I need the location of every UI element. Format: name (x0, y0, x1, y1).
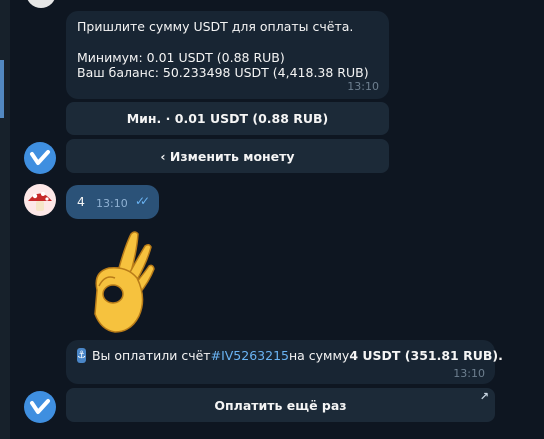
payment-message: ⚓ Вы оплатили счёт #IV5263215 на сумму 4… (66, 340, 503, 384)
external-link-icon: ↗ (479, 390, 489, 403)
bot-avatar[interactable] (24, 391, 56, 423)
message-time: 13:10 (453, 366, 485, 380)
message-line: Ваш баланс: 50.233498 USDT (4,418.38 RUB… (77, 65, 369, 80)
user-message: 4 13:10 ✓✓ (66, 185, 159, 219)
read-check-icon: ✓✓ (135, 194, 150, 208)
message-text: 4 (77, 194, 85, 209)
message-time: 13:10 (347, 79, 379, 93)
scroll-indicator (0, 60, 4, 118)
pay-again-label: Оплатить ещё раз (214, 397, 347, 413)
min-amount-button[interactable]: Мин. · 0.01 USDT (0.88 RUB) (66, 102, 389, 135)
ok-hand-sticker[interactable] (79, 228, 155, 335)
bot-avatar[interactable] (24, 142, 56, 174)
pay-again-button[interactable]: Оплатить ещё раз ↗ (66, 388, 495, 422)
message-line: Пришлите сумму USDT для оплаты счёта. (77, 19, 354, 34)
change-coin-button[interactable]: ‹ Изменить монету (66, 139, 389, 173)
mushroom-icon (28, 192, 52, 211)
bot-message: Пришлите сумму USDT для оплаты счёта. Ми… (66, 11, 389, 99)
checkmark-logo-icon (30, 399, 50, 414)
message-time: 13:10 (96, 197, 128, 210)
user-avatar[interactable] (24, 184, 56, 216)
invoice-hashtag-link[interactable]: #IV5263215 (211, 348, 289, 364)
anchor-icon: ⚓ (77, 348, 86, 364)
avatar[interactable] (26, 0, 56, 8)
payment-amount: 4 USDT (351.81 RUB). (349, 348, 503, 363)
checkmark-logo-icon (30, 150, 50, 165)
chat-list-edge (0, 0, 10, 439)
message-text: на сумму (288, 348, 350, 363)
message-text: Вы оплатили счёт (91, 348, 211, 363)
message-line: Минимум: 0.01 USDT (0.88 RUB) (77, 49, 285, 65)
